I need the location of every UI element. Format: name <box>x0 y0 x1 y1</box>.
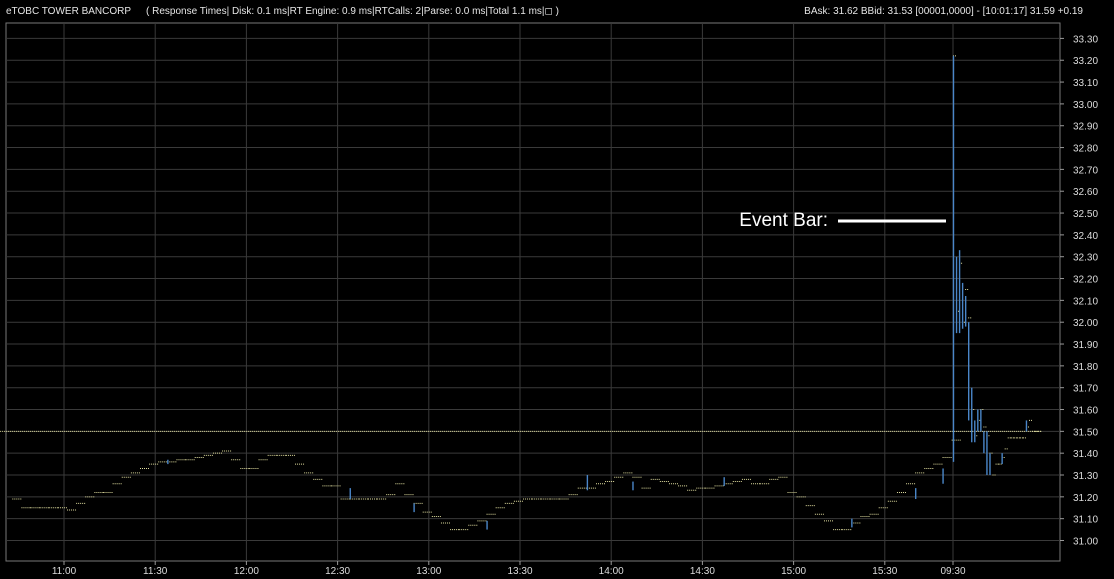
y-tick-label: 32.90 <box>1073 122 1098 133</box>
x-tick-label: 12:00 <box>234 566 259 577</box>
grid <box>6 23 1060 561</box>
event-bar-label: Event Bar: <box>739 210 828 231</box>
x-tick-label: 15:30 <box>872 566 897 577</box>
y-tick-label: 31.50 <box>1073 427 1098 438</box>
y-tick-label: 32.00 <box>1073 318 1098 329</box>
y-tick-label: 32.70 <box>1073 165 1098 176</box>
y-tick-label: 33.00 <box>1073 100 1098 111</box>
x-tick-label: 14:30 <box>690 566 715 577</box>
x-tick-label: 12:30 <box>325 566 350 577</box>
y-axis: 31.00 31.10 31.20 31.30 31.40 31.50 31.60 31.70… <box>1060 34 1098 548</box>
y-tick-label: 31.10 <box>1073 515 1098 526</box>
y-tick-label: 31.60 <box>1073 406 1098 417</box>
y-tick-label: 31.70 <box>1073 384 1098 395</box>
range-bars <box>167 55 1028 530</box>
y-tick-label: 31.30 <box>1073 471 1098 482</box>
y-tick-label: 31.90 <box>1073 340 1098 351</box>
y-tick-label: 31.00 <box>1073 537 1098 548</box>
y-tick-label: 32.60 <box>1073 187 1098 198</box>
y-tick-label: 33.30 <box>1073 34 1098 45</box>
y-tick-label: 33.10 <box>1073 78 1098 89</box>
y-tick-label: 32.10 <box>1073 296 1098 307</box>
x-tick-label: 14:00 <box>599 566 624 577</box>
y-tick-label: 31.80 <box>1073 362 1098 373</box>
y-tick-label: 32.20 <box>1073 275 1098 286</box>
y-tick-label: 31.20 <box>1073 493 1098 504</box>
y-tick-label: 32.80 <box>1073 144 1098 155</box>
y-tick-label: 32.40 <box>1073 231 1098 242</box>
x-tick-label: 15:00 <box>781 566 806 577</box>
y-tick-label: 33.20 <box>1073 56 1098 67</box>
y-tick-label: 32.30 <box>1073 253 1098 264</box>
x-tick-label: 11:30 <box>143 566 168 577</box>
x-tick-label: 13:00 <box>416 566 441 577</box>
x-tick-label: 09:30 <box>940 566 965 577</box>
price-chart[interactable]: 31.00 31.10 31.20 31.30 31.40 31.50 31.60 31.70… <box>0 0 1114 579</box>
x-tick-label: 11:00 <box>52 566 77 577</box>
x-tick-label: 13:30 <box>507 566 532 577</box>
y-tick-label: 32.50 <box>1073 209 1098 220</box>
x-axis: 11:00 11:30 12:00 12:30 13:00 13:30 14:00 14:30… <box>52 561 966 577</box>
y-tick-label: 31.40 <box>1073 449 1098 460</box>
